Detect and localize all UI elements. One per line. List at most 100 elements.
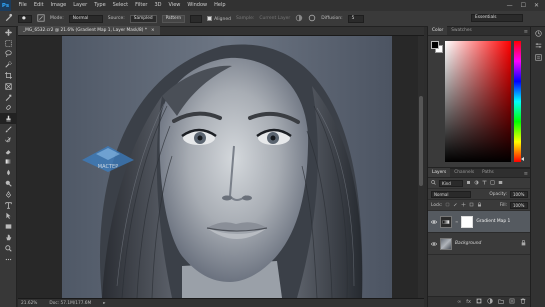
lock-pixels-icon[interactable] — [445, 202, 450, 209]
layer-row-gradient-map[interactable]: ∞ Gradient Map 1 — [428, 211, 531, 233]
diffusion-field[interactable]: 5 — [347, 14, 364, 23]
tab-channels[interactable]: Channels — [450, 168, 478, 177]
layer-visibility-eye-icon[interactable] — [431, 241, 437, 247]
lock-paint-icon[interactable] — [453, 202, 458, 209]
pressure-icon[interactable] — [308, 14, 316, 24]
lasso-tool[interactable] — [0, 49, 17, 60]
quick-select-tool[interactable] — [0, 59, 17, 70]
document-area: _MG_6532.cr2 @ 21.6% (Gradient Map 1, La… — [18, 26, 424, 307]
color-panel-foreground[interactable] — [431, 41, 439, 49]
add-mask-icon[interactable] — [476, 298, 482, 306]
tool-preset-icon[interactable] — [4, 13, 13, 24]
menu-3d[interactable]: 3D — [151, 0, 165, 11]
brush-settings-icon[interactable] — [37, 13, 45, 24]
sample-select[interactable]: Current Layer — [259, 16, 290, 21]
link-layers-icon[interactable]: ∞ — [457, 299, 461, 305]
hand-tool[interactable] — [0, 232, 17, 243]
menu-filter[interactable]: Filter — [132, 0, 151, 11]
hue-slider[interactable] — [514, 41, 521, 162]
zoom-level[interactable]: 21.62% — [21, 301, 37, 306]
document-tab[interactable]: _MG_6532.cr2 @ 21.6% (Gradient Map 1, La… — [18, 26, 160, 35]
filter-kind-select[interactable]: Kind — [439, 179, 463, 187]
gradient-tool[interactable] — [0, 157, 17, 168]
zoom-tool[interactable] — [0, 243, 17, 254]
aligned-checkbox[interactable]: Aligned — [207, 15, 231, 22]
close-button[interactable]: ✕ — [534, 2, 539, 9]
brush-preset-picker[interactable]: ● — [18, 14, 32, 23]
rectangle-tool[interactable] — [0, 221, 17, 232]
brush-tool[interactable] — [0, 124, 17, 135]
move-tool[interactable] — [0, 27, 17, 38]
adjustments-panel-icon[interactable] — [531, 39, 545, 51]
tab-paths[interactable]: Paths — [478, 168, 498, 177]
eyedropper-tool[interactable] — [0, 92, 17, 103]
mode-select[interactable]: Normal — [68, 14, 103, 23]
type-tool[interactable] — [0, 200, 17, 211]
ignore-adjustment-icon[interactable] — [295, 14, 303, 24]
menu-view[interactable]: View — [165, 0, 184, 11]
pen-tool[interactable] — [0, 189, 17, 200]
layer-mask-thumbnail[interactable] — [461, 215, 474, 228]
edit-toolbar-button[interactable] — [0, 254, 17, 265]
filter-smart-icon[interactable] — [498, 180, 503, 187]
layer-row-background[interactable]: Background — [428, 233, 531, 255]
color-picker-field[interactable] — [445, 41, 511, 162]
history-brush-tool[interactable] — [0, 135, 17, 146]
maximize-button[interactable]: ☐ — [521, 2, 526, 9]
new-layer-icon[interactable] — [509, 298, 515, 306]
menu-help[interactable]: Help — [211, 0, 229, 11]
menu-edit[interactable]: Edit — [30, 0, 47, 11]
fill-field[interactable]: 100% — [510, 201, 528, 209]
menu-image[interactable]: Image — [47, 0, 70, 11]
layer-style-icon[interactable]: fx — [466, 299, 471, 305]
dodge-tool[interactable] — [0, 178, 17, 189]
new-group-icon[interactable] — [498, 298, 504, 306]
menu-window[interactable]: Window — [184, 0, 211, 11]
eraser-tool[interactable] — [0, 146, 17, 157]
minimize-button[interactable]: — — [507, 2, 513, 9]
source-pattern-button[interactable]: Pattern — [161, 14, 186, 23]
healing-brush-tool[interactable] — [0, 103, 17, 114]
history-panel-icon[interactable] — [531, 27, 545, 39]
filter-shape-icon[interactable] — [490, 180, 495, 187]
lock-artboard-icon[interactable] — [469, 202, 474, 209]
lock-move-icon[interactable] — [461, 202, 466, 209]
clone-stamp-tool[interactable] — [0, 113, 17, 125]
filter-adjustment-icon[interactable] — [474, 180, 479, 187]
layer-name[interactable]: Background — [455, 241, 481, 246]
new-adjustment-icon[interactable] — [487, 298, 493, 306]
blend-mode-select[interactable]: Normal — [431, 190, 471, 198]
menu-layer[interactable]: Layer — [70, 0, 91, 11]
tab-color[interactable]: Color — [428, 26, 448, 35]
blur-tool[interactable] — [0, 167, 17, 178]
frame-tool[interactable] — [0, 81, 17, 92]
marquee-tool[interactable] — [0, 38, 17, 49]
menu-select[interactable]: Select — [109, 0, 131, 11]
path-select-tool[interactable] — [0, 211, 17, 222]
drop-icon — [7, 169, 10, 176]
source-sampled-button[interactable]: Sampled — [129, 14, 157, 23]
filter-type-icon[interactable] — [482, 180, 487, 187]
document-tab-close-button[interactable]: × — [151, 26, 155, 35]
layer-name[interactable]: Gradient Map 1 — [476, 219, 510, 224]
status-menu-arrow-icon[interactable]: ▸ — [103, 301, 105, 306]
workspace-select[interactable]: Essentials — [471, 14, 523, 22]
window-controls: — ☐ ✕ — [507, 2, 545, 9]
opacity-field[interactable]: 100% — [510, 190, 528, 198]
menu-type[interactable]: Type — [91, 0, 109, 11]
lock-all-icon[interactable] — [477, 201, 482, 209]
filter-pixel-icon[interactable] — [466, 180, 471, 187]
delete-layer-icon[interactable] — [520, 298, 526, 306]
tab-layers[interactable]: Layers — [428, 168, 451, 177]
color-panel-swatches[interactable] — [431, 41, 443, 53]
properties-panel-icon[interactable] — [531, 51, 545, 63]
pattern-picker[interactable] — [190, 14, 203, 23]
scrollbar-thumb[interactable] — [419, 96, 423, 186]
menu-file[interactable]: File — [15, 0, 30, 11]
crop-tool[interactable] — [0, 70, 17, 81]
canvas-viewport[interactable]: МАСТЕР — [18, 36, 424, 298]
hue-slider-handle[interactable] — [521, 157, 524, 161]
layer-visibility-eye-icon[interactable] — [431, 219, 437, 225]
tab-swatches[interactable]: Swatches — [447, 26, 476, 35]
canvas[interactable]: МАСТЕР — [62, 36, 392, 298]
